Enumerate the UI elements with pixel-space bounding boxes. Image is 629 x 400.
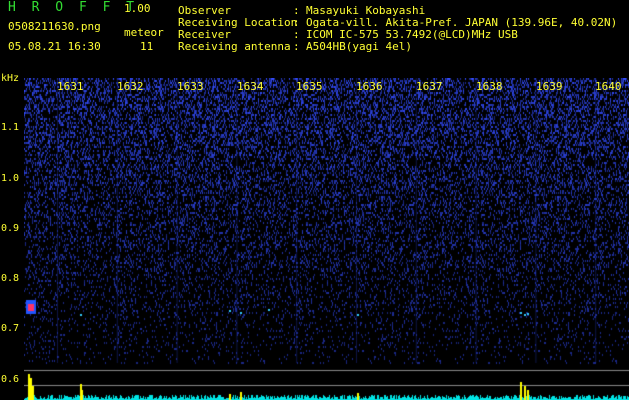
meteor-count: 11: [140, 40, 154, 53]
time-tick: 1634: [237, 80, 264, 93]
freq-tick: 0.8: [1, 273, 20, 284]
time-tick: 1635: [296, 80, 323, 93]
time-tick: 1631: [57, 80, 84, 93]
time-tick: 1638: [476, 80, 503, 93]
timestamp: 05.08.21 16:30: [8, 40, 101, 53]
freq-tick: 0.6: [1, 374, 20, 385]
time-tick: 1637: [416, 80, 443, 93]
app-version: 1.00: [124, 2, 151, 15]
freq-unit-label: kHz: [1, 73, 20, 84]
freq-tick: 1.0: [1, 173, 20, 184]
time-tick: 1633: [177, 80, 204, 93]
app-title: H R O F F T: [8, 0, 139, 15]
antenna-value: A504HB(yagi 4el): [306, 40, 412, 53]
spectrogram: [24, 78, 629, 400]
antenna-label: Receiving antenna: [178, 40, 291, 53]
file-name: 0508211630.png: [8, 20, 101, 33]
time-tick: 1632: [117, 80, 144, 93]
freq-tick: 1.1: [1, 122, 20, 133]
time-tick: 1639: [536, 80, 563, 93]
freq-tick: 0.9: [1, 223, 20, 234]
meteor-label: meteor: [124, 26, 164, 39]
time-tick: 1636: [356, 80, 383, 93]
freq-tick: 0.7: [1, 323, 20, 334]
antenna-colon: :: [293, 40, 300, 53]
time-tick: 1640: [595, 80, 622, 93]
